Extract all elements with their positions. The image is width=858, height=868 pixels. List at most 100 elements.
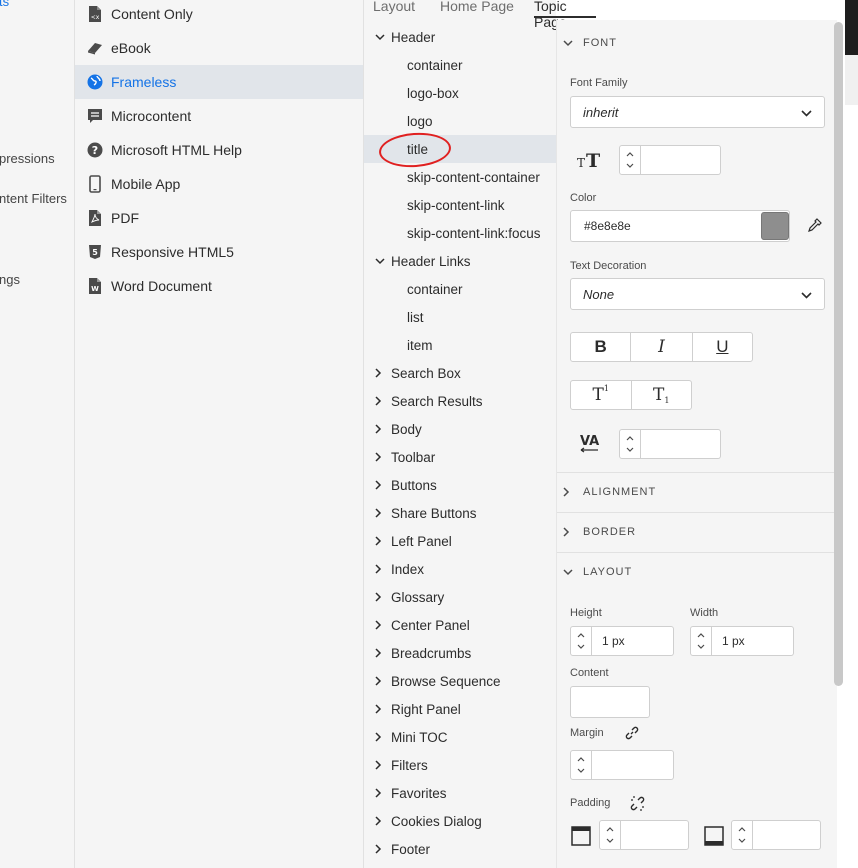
padding-bottom-stepper[interactable]: [731, 820, 753, 850]
width-stepper[interactable]: [690, 626, 712, 656]
output-item-label: PDF: [111, 210, 139, 226]
tree-group[interactable]: Cookies Dialog: [364, 807, 556, 835]
text-style-buttons: B I U: [570, 332, 753, 362]
subscript-button[interactable]: T1: [632, 381, 692, 409]
output-item-mobile-app[interactable]: Mobile App: [75, 167, 363, 201]
tree-item-label: list: [407, 309, 424, 325]
font-family-label: Font Family: [570, 77, 628, 89]
text-decoration-select[interactable]: None: [570, 278, 825, 310]
tree-group[interactable]: Left Panel: [364, 527, 556, 555]
tree-group[interactable]: Index: [364, 555, 556, 583]
tree-item-label: Search Results: [391, 393, 483, 409]
tree-item[interactable]: skip-content-link: [364, 191, 556, 219]
tree-item-label: Right Panel: [391, 701, 461, 717]
tree-item[interactable]: container: [364, 275, 556, 303]
svg-text:W: W: [91, 285, 99, 293]
italic-button[interactable]: I: [631, 333, 693, 361]
tree-group-header[interactable]: Header: [364, 23, 556, 51]
width-input[interactable]: 1 px: [712, 626, 794, 656]
chevron-right-icon: [375, 816, 389, 826]
superscript-button[interactable]: T1: [571, 381, 632, 409]
tree-item[interactable]: logo: [364, 107, 556, 135]
padding-top-stepper[interactable]: [599, 820, 621, 850]
left-nav-item[interactable]: ngs: [0, 272, 20, 287]
svg-text:T: T: [586, 150, 600, 171]
tree-group[interactable]: Search Results: [364, 387, 556, 415]
link-icon[interactable]: [623, 724, 641, 742]
output-item-word-document[interactable]: W Word Document: [75, 269, 363, 303]
tree-group[interactable]: Filters: [364, 751, 556, 779]
left-nav-item[interactable]: ntent Filters: [0, 191, 67, 206]
output-item-pdf[interactable]: PDF: [75, 201, 363, 235]
tree-group[interactable]: Share Buttons: [364, 499, 556, 527]
height-stepper[interactable]: [570, 626, 592, 656]
tree-item-label: Search Box: [391, 365, 461, 381]
tree-group[interactable]: Footer: [364, 835, 556, 863]
content-input[interactable]: [570, 686, 650, 718]
padding-bottom-input[interactable]: [753, 820, 821, 850]
tree-group[interactable]: Toolbar: [364, 443, 556, 471]
letter-spacing-stepper[interactable]: [619, 429, 641, 459]
tree-item[interactable]: logo-box: [364, 79, 556, 107]
color-swatch[interactable]: [761, 212, 789, 240]
window-edge: [845, 55, 858, 105]
tree-group[interactable]: Center Panel: [364, 611, 556, 639]
letter-spacing-input[interactable]: [641, 429, 721, 459]
left-nav-item[interactable]: ts: [0, 0, 9, 9]
unlink-icon[interactable]: [628, 794, 646, 812]
color-input[interactable]: #8e8e8e: [570, 210, 790, 242]
output-item-ebook[interactable]: eBook: [75, 31, 363, 65]
font-family-value: inherit: [583, 104, 619, 120]
width-label: Width: [690, 607, 719, 619]
section-alignment[interactable]: ALIGNMENT: [557, 472, 837, 511]
tree-group[interactable]: Breadcrumbs: [364, 639, 556, 667]
font-size-input[interactable]: [641, 145, 721, 175]
font-size-stepper[interactable]: [619, 145, 641, 175]
tree-item[interactable]: list: [364, 303, 556, 331]
tree-group[interactable]: Favorites: [364, 779, 556, 807]
output-item-content-only[interactable]: <x Content Only: [75, 0, 363, 31]
tree-group[interactable]: Right Panel: [364, 695, 556, 723]
underline-button[interactable]: U: [693, 333, 752, 361]
tree-item[interactable]: container: [364, 51, 556, 79]
chevron-right-icon: [375, 452, 389, 462]
tree-item[interactable]: skip-content-link:focus: [364, 219, 556, 247]
properties-scrollbar[interactable]: [834, 22, 843, 686]
chevron-right-icon: [375, 620, 389, 630]
tab-layout[interactable]: Layout: [373, 0, 415, 14]
chevron-right-icon: [375, 592, 389, 602]
tree-item[interactable]: skip-content-container: [364, 163, 556, 191]
tree-group[interactable]: Search Box: [364, 359, 556, 387]
margin-stepper[interactable]: [570, 750, 592, 780]
color-value: #8e8e8e: [584, 219, 631, 233]
font-family-select[interactable]: inherit: [570, 96, 825, 128]
help-icon: ?: [85, 140, 105, 160]
output-item-microsoft-html-help[interactable]: ? Microsoft HTML Help: [75, 133, 363, 167]
section-layout[interactable]: LAYOUT: [557, 552, 837, 591]
tree-item-label: Toolbar: [391, 449, 436, 465]
svg-text:5: 5: [92, 248, 98, 257]
tree-item[interactable]: item: [364, 331, 556, 359]
left-nav-item[interactable]: pressions: [0, 151, 55, 166]
tree-group[interactable]: Mini TOC: [364, 723, 556, 751]
tree-group[interactable]: Body: [364, 415, 556, 443]
tree-group[interactable]: Glossary: [364, 583, 556, 611]
letter-spacing-icon: VA: [577, 430, 603, 456]
subscript-label: T: [653, 385, 665, 405]
output-item-responsive-html5[interactable]: 5 Responsive HTML5: [75, 235, 363, 269]
bold-button[interactable]: B: [571, 333, 632, 361]
section-border[interactable]: BORDER: [557, 512, 837, 551]
eyedropper-icon[interactable]: [805, 217, 823, 235]
padding-top-input[interactable]: [621, 820, 689, 850]
tree-group[interactable]: Buttons: [364, 471, 556, 499]
word-icon: W: [85, 276, 105, 296]
output-item-microcontent[interactable]: Microcontent: [75, 99, 363, 133]
chevron-right-icon: [375, 788, 389, 798]
tree-group-header-links[interactable]: Header Links: [364, 247, 556, 275]
height-input[interactable]: 1 px: [592, 626, 674, 656]
tree-group[interactable]: Browse Sequence: [364, 667, 556, 695]
section-font[interactable]: FONT: [557, 24, 837, 62]
tab-home-page[interactable]: Home Page: [440, 0, 514, 14]
margin-input[interactable]: [592, 750, 674, 780]
output-item-frameless[interactable]: Frameless: [75, 65, 363, 99]
